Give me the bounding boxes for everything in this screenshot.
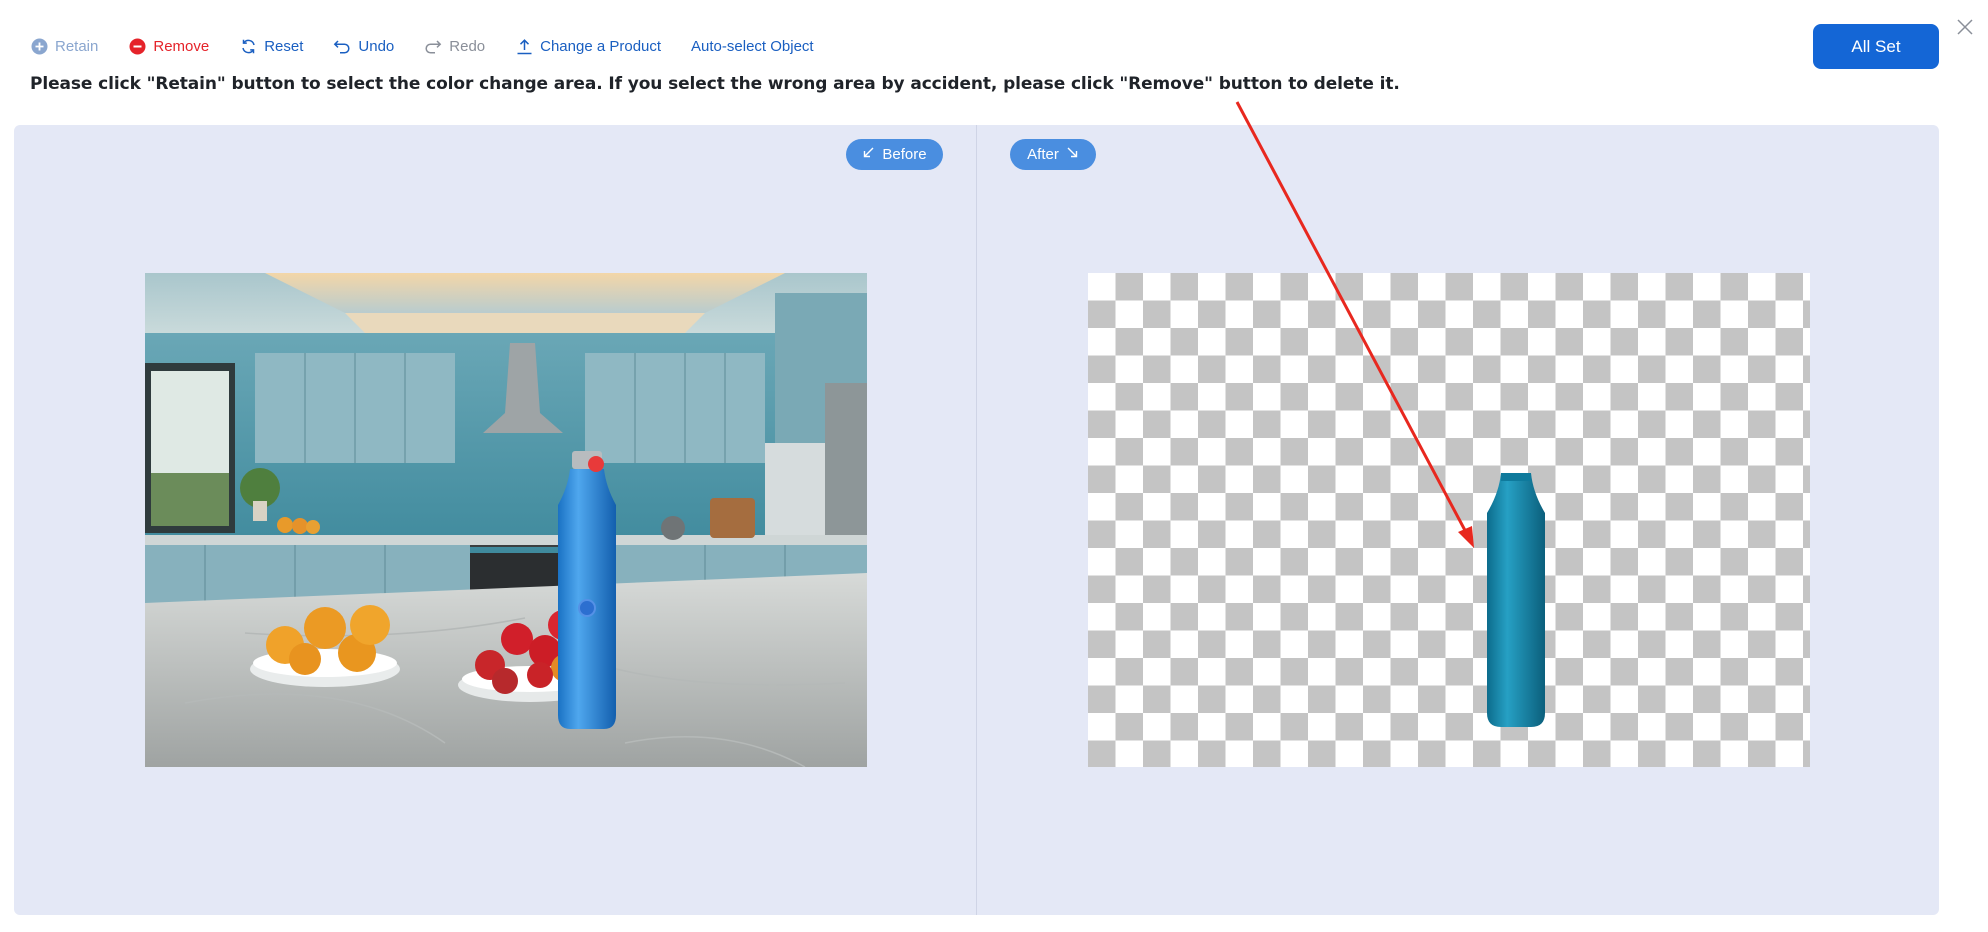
reset-button[interactable]: Reset xyxy=(239,37,303,55)
arrow-down-left-icon xyxy=(862,146,875,163)
auto-select-label: Auto-select Object xyxy=(691,37,814,55)
color-change-editor: Retain Remove Reset Undo Redo Change a P… xyxy=(0,0,1988,932)
before-toggle-button[interactable]: Before xyxy=(846,139,943,170)
all-set-button[interactable]: All Set xyxy=(1813,24,1939,69)
change-product-button[interactable]: Change a Product xyxy=(515,37,661,55)
retain-marker xyxy=(578,599,596,617)
after-image xyxy=(1088,273,1810,767)
undo-icon xyxy=(333,37,351,55)
retain-label: Retain xyxy=(55,37,99,55)
before-label: Before xyxy=(882,146,927,163)
comparison-canvas: Before After xyxy=(14,125,1939,915)
minus-circle-icon xyxy=(128,37,146,55)
before-image[interactable] xyxy=(145,273,867,767)
undo-button[interactable]: Undo xyxy=(333,37,394,55)
undo-label: Undo xyxy=(358,37,395,55)
refresh-icon xyxy=(239,37,257,55)
remove-button[interactable]: Remove xyxy=(128,37,209,55)
panel-divider xyxy=(976,125,977,915)
instruction-text: Please click "Retain" button to select t… xyxy=(30,74,1400,94)
remove-marker xyxy=(588,456,604,472)
after-label: After xyxy=(1027,146,1059,163)
upload-icon xyxy=(515,37,533,55)
after-toggle-button[interactable]: After xyxy=(1010,139,1096,170)
redo-label: Redo xyxy=(449,37,486,55)
plus-circle-icon xyxy=(30,37,48,55)
retain-button[interactable]: Retain xyxy=(30,37,98,55)
auto-select-object-button[interactable]: Auto-select Object xyxy=(691,38,814,55)
reset-label: Reset xyxy=(264,37,304,55)
change-product-label: Change a Product xyxy=(540,37,662,55)
redo-button[interactable]: Redo xyxy=(424,37,485,55)
close-icon[interactable] xyxy=(1954,16,1976,38)
arrow-down-right-icon xyxy=(1066,146,1079,163)
remove-label: Remove xyxy=(153,37,210,55)
redo-icon xyxy=(424,37,442,55)
toolbar: Retain Remove Reset Undo Redo Change a P… xyxy=(30,34,844,58)
